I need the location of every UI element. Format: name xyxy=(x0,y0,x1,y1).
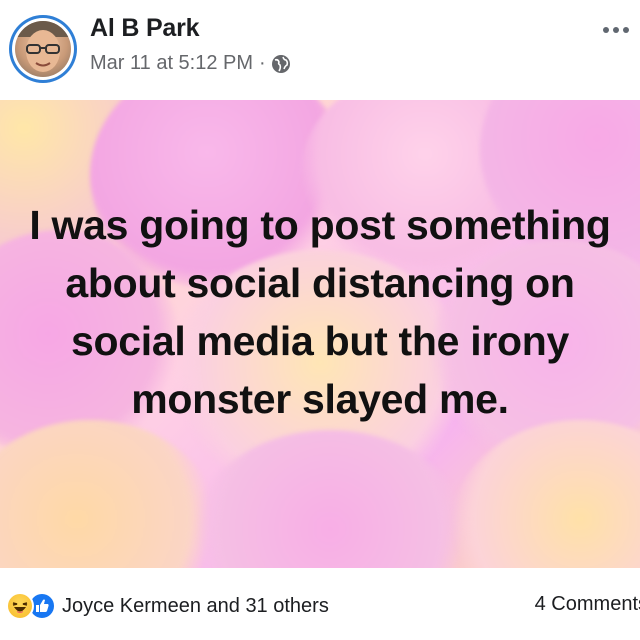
reactions-summary[interactable]: Joyce Kermeen and 31 others xyxy=(6,592,329,620)
haha-icon xyxy=(6,592,34,620)
avatar-frame xyxy=(12,18,74,80)
post-footer: Joyce Kermeen and 31 others 4 Comments xyxy=(0,568,640,640)
reaction-summary-text[interactable]: Joyce Kermeen and 31 others xyxy=(62,595,329,618)
post-image[interactable]: I was going to post something about soci… xyxy=(0,100,640,568)
author-name[interactable]: Al B Park xyxy=(90,14,200,43)
haha-face-icon xyxy=(12,602,28,613)
comments-count-link[interactable]: 4 Comments xyxy=(535,593,640,616)
more-horizontal-icon-dot xyxy=(603,27,609,33)
post-text: I was going to post something about soci… xyxy=(29,202,611,422)
globe-icon[interactable] xyxy=(271,54,291,74)
post-header: Al B Park Mar 11 at 5:12 PM · xyxy=(0,0,640,100)
more-options-button[interactable] xyxy=(596,20,636,40)
post-meta: Mar 11 at 5:12 PM · xyxy=(90,52,291,75)
meta-separator: · xyxy=(259,52,266,74)
post-timestamp[interactable]: Mar 11 at 5:12 PM xyxy=(90,52,253,75)
avatar-photo xyxy=(15,21,71,77)
more-horizontal-icon-dot xyxy=(613,27,619,33)
avatar[interactable] xyxy=(9,15,77,83)
more-horizontal-icon-dot xyxy=(623,27,629,33)
avatar-face-icon xyxy=(15,21,71,72)
background-blob xyxy=(0,420,220,568)
post-card: Al B Park Mar 11 at 5:12 PM · I was goin… xyxy=(0,0,640,640)
